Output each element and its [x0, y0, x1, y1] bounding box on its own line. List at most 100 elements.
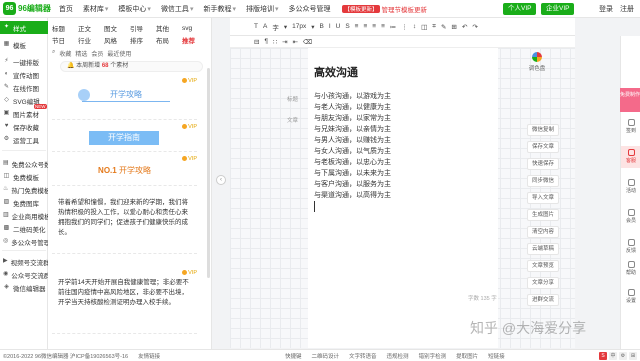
toolbar-button[interactable]: ⇤: [293, 38, 298, 46]
bottom-tool[interactable]: 提取图片: [456, 352, 478, 360]
right-tool-help[interactable]: 帮助: [621, 258, 640, 280]
logo[interactable]: 96 96编辑器: [0, 0, 51, 18]
toolbar-button[interactable]: ⌫: [303, 38, 312, 46]
function-button[interactable]: 文章分享: [527, 277, 559, 289]
function-button[interactable]: 文章预览: [527, 260, 559, 272]
document-line[interactable]: 与下属沟通，以未来为主: [314, 168, 391, 179]
bottom-tool[interactable]: 违规检测: [387, 352, 409, 360]
category-tab[interactable]: 风格: [104, 35, 130, 45]
search-icon[interactable]: ⌕: [52, 49, 55, 58]
toolbar-button[interactable]: ⌗: [432, 23, 436, 31]
document-line[interactable]: 与客户沟通，以服务为主: [314, 179, 391, 190]
bottom-tool[interactable]: 错别字检测: [419, 352, 447, 360]
sidebar-item[interactable]: ▤ 免费公众号数据: [0, 157, 57, 170]
toolbar-button[interactable]: ⋮: [401, 23, 408, 31]
lang-icon[interactable]: 中: [609, 352, 617, 360]
right-tool-activity[interactable]: 活动: [621, 176, 640, 198]
function-button[interactable]: 保存文章: [527, 141, 559, 153]
sidebar-item[interactable]: ✎ 在线作图: [0, 81, 48, 94]
function-button[interactable]: 清空内容: [527, 226, 559, 238]
sidebar-item[interactable]: ✦ 样式: [0, 21, 48, 34]
bottom-tool[interactable]: 二维码设计: [312, 352, 340, 360]
nav-item[interactable]: 排版培训▾: [246, 4, 279, 14]
bottom-tool[interactable]: 快捷键: [285, 352, 302, 360]
bottom-tool[interactable]: 短链接: [488, 352, 505, 360]
toolbar-button[interactable]: ◫: [421, 23, 427, 31]
sidebar-item[interactable]: ▥ 企业商用模板: [0, 209, 51, 222]
filter-tab[interactable]: 最近使用: [107, 49, 131, 58]
right-tool-member[interactable]: 会员: [621, 206, 640, 228]
nav-item[interactable]: 多公众号管理: [288, 4, 330, 14]
toolbar-button[interactable]: ∷: [273, 38, 277, 46]
category-tab[interactable]: 布局: [156, 35, 182, 45]
category-tab[interactable]: 推荐: [182, 35, 208, 45]
toolbar-button[interactable]: ▾: [311, 23, 314, 31]
function-button[interactable]: 微信复制: [527, 124, 559, 136]
toolbar-button[interactable]: ≡: [381, 23, 385, 30]
style-card[interactable]: VIP 开学前14天开始开展自我健康管理；非必要不前往国内疫情中高风险地区，非必…: [52, 268, 197, 334]
document-line[interactable]: 与女人沟通，以气质为主: [314, 146, 391, 157]
nav-item[interactable]: 素材库▾: [83, 4, 109, 14]
toolbar-button[interactable]: ¶: [264, 38, 268, 45]
toolbar-button[interactable]: ⊟: [254, 38, 259, 46]
right-tool-settings[interactable]: 设置: [621, 286, 640, 308]
document-title[interactable]: 高效沟通: [314, 64, 358, 80]
function-button[interactable]: 生成图片: [527, 209, 559, 221]
toolbar-button[interactable]: A: [263, 23, 267, 30]
filter-tab[interactable]: 收藏: [59, 49, 71, 58]
sidebar-item[interactable]: ▦ 模板: [0, 38, 48, 51]
settings-icon[interactable]: ⚙: [619, 352, 627, 360]
register-link[interactable]: 注册: [620, 4, 634, 14]
collapse-panel-button[interactable]: ‹: [216, 175, 226, 185]
function-button[interactable]: 导入文章: [527, 192, 559, 204]
toolbar-button[interactable]: ≡: [355, 23, 359, 30]
sidebar-item[interactable]: ⚙ 运营工具: [0, 133, 48, 146]
toolbar-button[interactable]: ≡: [363, 23, 367, 30]
grid-icon[interactable]: ⊞: [629, 352, 637, 360]
document-line[interactable]: 与老人沟通，以健康为主: [314, 102, 391, 113]
right-tool-checkin[interactable]: 签到: [621, 116, 640, 138]
document-line[interactable]: 与老板沟通，以忠心为主: [314, 157, 391, 168]
panel-scrollbar[interactable]: [207, 68, 210, 278]
bottom-tool[interactable]: 文字转语音: [349, 352, 377, 360]
category-tab[interactable]: 节日: [52, 35, 78, 45]
sidebar-item[interactable]: ▣ 图片素材 NEW: [0, 104, 48, 120]
document-page[interactable]: 高效沟通 与小孩沟通，以游戏为主 与老人沟通，以健康为主 与朋友沟通，以家常为主 与兄…: [308, 48, 498, 348]
sidebar-item[interactable]: ◈ 微信编辑器: [0, 281, 48, 294]
free-make-tab[interactable]: 免费制作: [620, 88, 640, 112]
category-tab[interactable]: 标题: [52, 23, 78, 33]
sidebar-item[interactable]: ⚡ 一键排版: [0, 55, 48, 68]
toolbar-button[interactable]: 17px: [292, 23, 306, 30]
function-button[interactable]: 快速保存: [527, 158, 559, 170]
sidebar-item[interactable]: ◫ 免费模板: [0, 170, 48, 183]
document-line[interactable]: 与小孩沟通，以游戏为主: [314, 91, 391, 102]
document-line[interactable]: 与兄妹沟通，以亲情为主: [314, 124, 391, 135]
toolbar-button[interactable]: ↕: [413, 23, 416, 30]
app-s-icon[interactable]: S: [599, 352, 607, 360]
category-tab[interactable]: 行业: [78, 35, 104, 45]
sidebar-item[interactable]: ▶ 视频号交流群: [0, 255, 50, 268]
style-card[interactable]: 带着希望和憧憬，我们迎来新的学期，我们将热情积极的投入工作，以爱心耐心和责任心来…: [52, 188, 197, 254]
promo-banner[interactable]: 【模板更新】 管理节模板更新: [342, 4, 427, 14]
category-tab[interactable]: svg: [182, 25, 208, 32]
toolbar-button[interactable]: 字: [272, 22, 279, 32]
category-tab[interactable]: 引导: [130, 23, 156, 33]
toolbar-button[interactable]: S: [345, 23, 349, 30]
function-button[interactable]: 同步微信: [527, 175, 559, 187]
right-tool-service[interactable]: 客服: [621, 146, 640, 168]
nav-item[interactable]: 微信工具▾: [161, 4, 194, 14]
sidebar-item[interactable]: ♥ 保存收藏: [0, 120, 48, 133]
document-body[interactable]: 与小孩沟通，以游戏为主 与老人沟通，以健康为主 与朋友沟通，以家常为主 与兄妹沟通，以…: [314, 91, 391, 212]
category-tab[interactable]: 其他: [156, 23, 182, 33]
toolbar-button[interactable]: T: [254, 23, 258, 30]
function-button[interactable]: 云端草稿: [527, 243, 559, 255]
login-link[interactable]: 登录: [599, 4, 613, 14]
toolbar-button[interactable]: ▾: [284, 23, 287, 31]
style-card[interactable]: VIP 开学攻略: [52, 76, 197, 120]
style-card[interactable]: VIP NO.1 开学攻略: [52, 154, 197, 186]
toolbar-button[interactable]: ⊞: [451, 23, 456, 31]
toolbar-button[interactable]: U: [336, 23, 341, 30]
right-tool-feedback[interactable]: 反馈: [621, 236, 640, 258]
toolbar-button[interactable]: ↶: [462, 23, 467, 31]
sidebar-item[interactable]: ◉ 公众号交流群: [0, 268, 50, 281]
